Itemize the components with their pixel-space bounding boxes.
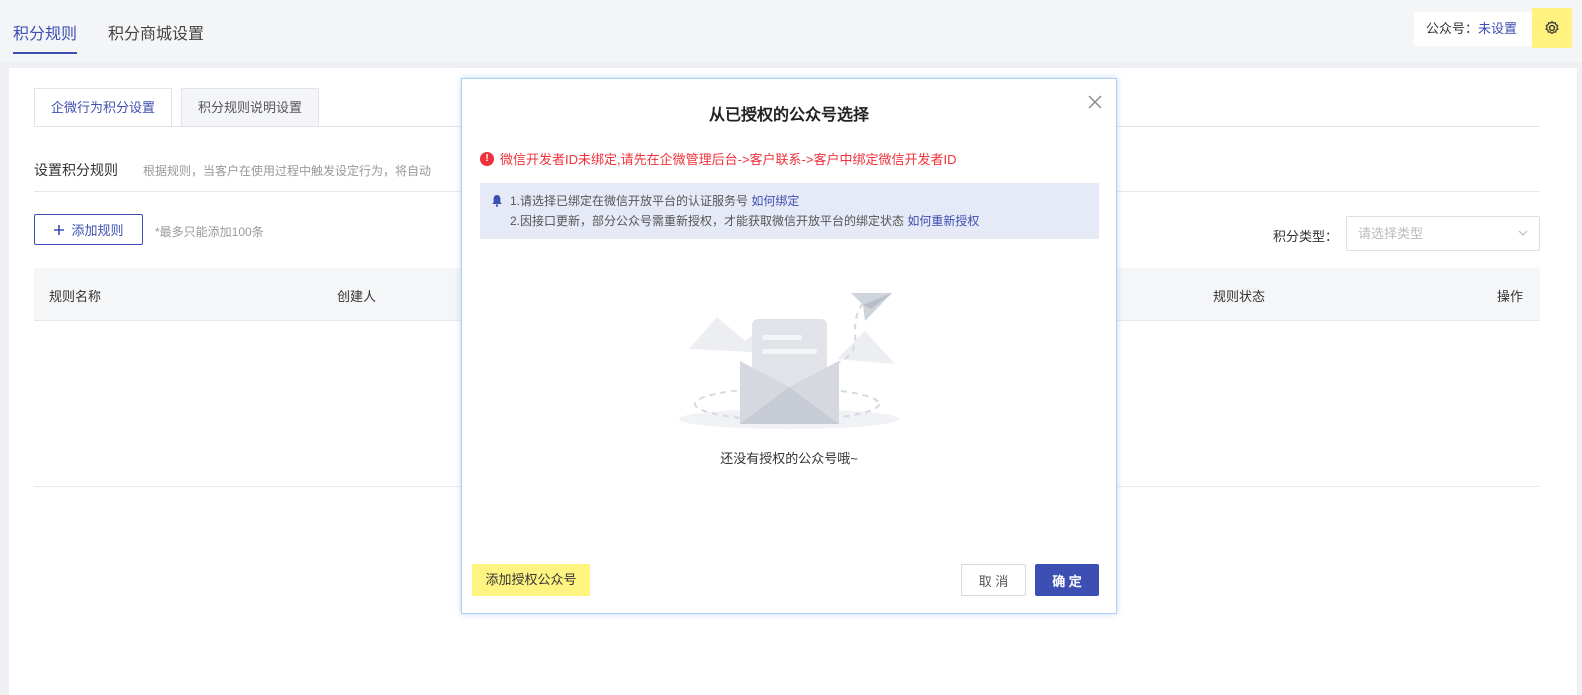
column-actions: 操作 bbox=[1497, 289, 1524, 304]
account-label: 公众号： bbox=[1426, 21, 1479, 36]
notice-line-2: 2.因接口更新，部分公众号需重新授权，才能获取微信开放平台的绑定状态 如何重新授… bbox=[510, 211, 1099, 231]
chevron-down-icon bbox=[1518, 230, 1528, 236]
how-to-reauthorize-link[interactable]: 如何重新授权 bbox=[907, 214, 979, 228]
subtab-rules-description[interactable]: 积分规则说明设置 bbox=[181, 88, 320, 127]
column-rule-status: 规则状态 bbox=[1213, 289, 1266, 304]
add-rule-button[interactable]: 添加规则 bbox=[34, 214, 143, 245]
points-type-placeholder: 请选择类型 bbox=[1358, 226, 1424, 241]
modal-title: 从已授权的公众号选择 bbox=[708, 107, 869, 124]
notice-text-2: 2.因接口更新，部分公众号需重新授权，才能获取微信开放平台的绑定状态 bbox=[510, 214, 905, 228]
cancel-button[interactable]: 取 消 bbox=[961, 564, 1026, 596]
bell-icon bbox=[492, 195, 502, 207]
gear-icon bbox=[1545, 20, 1559, 34]
section-title: 设置积分规则 bbox=[34, 162, 118, 178]
notice-line-1: 1.请选择已绑定在微信开放平台的认证服务号 如何绑定 bbox=[510, 191, 1099, 211]
section-description: 根据规则，当客户在使用过程中触发设定行为，将自动 bbox=[143, 164, 432, 178]
account-setup-link[interactable]: 未设置 bbox=[1478, 21, 1517, 36]
add-rule-hint: *最多只能添加100条 bbox=[155, 225, 264, 239]
select-official-account-modal: 从已授权的公众号选择 ! 微信开发者ID未绑定,请先在企微管理后台->客户联系-… bbox=[461, 78, 1117, 614]
column-creator: 创建人 bbox=[337, 289, 377, 304]
points-type-label: 积分类型： bbox=[1273, 229, 1339, 244]
add-rule-label: 添加规则 bbox=[71, 223, 124, 238]
settings-button[interactable] bbox=[1532, 8, 1572, 48]
notice-text-1: 1.请选择已绑定在微信开放平台的认证服务号 bbox=[510, 194, 749, 208]
subtab-wecom-behavior-points[interactable]: 企微行为积分设置 bbox=[34, 88, 173, 127]
error-text: 微信开发者ID未绑定,请先在企微管理后台->客户联系->客户中绑定微信开发者ID bbox=[500, 152, 957, 167]
top-bar: 积分规则 积分商城设置 公众号：未设置 bbox=[0, 0, 1582, 62]
error-message: ! 微信开发者ID未绑定,请先在企微管理后台->客户联系->客户中绑定微信开发者… bbox=[480, 149, 956, 168]
error-icon: ! bbox=[480, 151, 494, 166]
notice-box: 1.请选择已绑定在微信开放平台的认证服务号 如何绑定 2.因接口更新，部分公众号… bbox=[480, 183, 1099, 239]
points-type-select[interactable]: 请选择类型 bbox=[1346, 216, 1540, 251]
how-to-bind-link[interactable]: 如何绑定 bbox=[751, 194, 799, 208]
column-rule-name: 规则名称 bbox=[49, 289, 102, 304]
empty-envelope-illustration bbox=[679, 293, 899, 429]
add-authorized-account-button[interactable]: 添加授权公众号 bbox=[472, 564, 590, 596]
close-icon[interactable] bbox=[1086, 93, 1104, 111]
empty-state-text: 还没有授权的公众号哦~ bbox=[720, 451, 858, 466]
tab-points-mall-settings[interactable]: 积分商城设置 bbox=[108, 20, 204, 44]
tab-points-rules[interactable]: 积分规则 bbox=[13, 20, 78, 54]
confirm-button[interactable]: 确 定 bbox=[1035, 564, 1099, 596]
account-status: 公众号：未设置 bbox=[1414, 12, 1532, 46]
plus-icon bbox=[54, 224, 65, 235]
